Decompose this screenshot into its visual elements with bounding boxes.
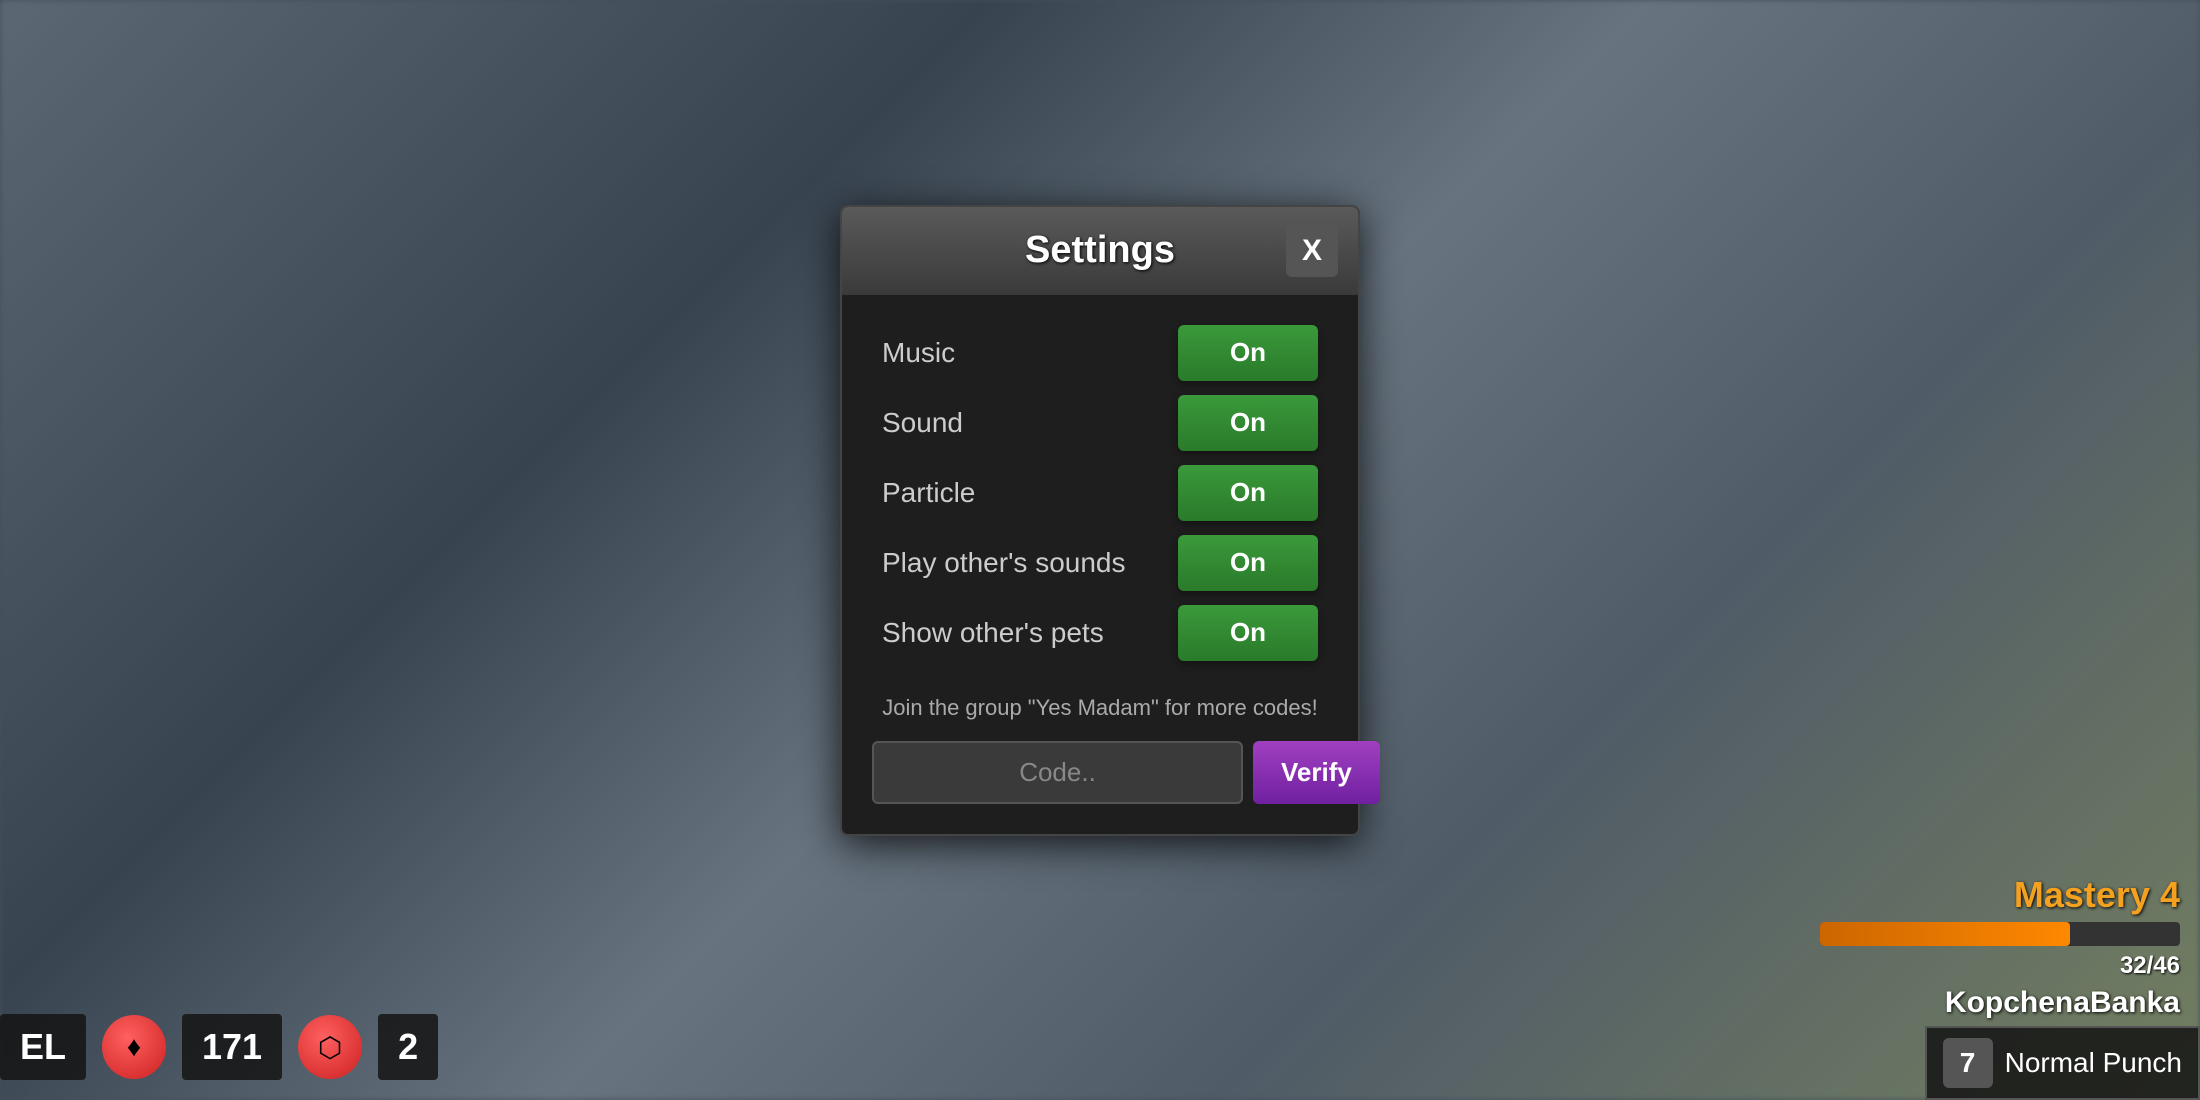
close-button[interactable]: X	[1286, 225, 1338, 277]
modal-overlay: Settings X Music On Sound On Particle On…	[0, 0, 2200, 1100]
settings-title: Settings	[914, 229, 1286, 272]
setting-label-play-sounds: Play other's sounds	[882, 547, 1125, 579]
verify-button[interactable]: Verify	[1253, 741, 1380, 804]
settings-header: Settings X	[842, 207, 1358, 295]
settings-dialog: Settings X Music On Sound On Particle On…	[840, 205, 1360, 836]
setting-row-music: Music On	[882, 325, 1318, 381]
group-promo: Join the group "Yes Madam" for more code…	[842, 685, 1358, 741]
code-row: Verify	[842, 741, 1358, 804]
settings-rows: Music On Sound On Particle On Play other…	[842, 325, 1358, 661]
setting-row-sound: Sound On	[882, 395, 1318, 451]
setting-label-show-pets: Show other's pets	[882, 617, 1104, 649]
toggle-particle[interactable]: On	[1178, 465, 1318, 521]
setting-label-sound: Sound	[882, 407, 963, 439]
setting-label-particle: Particle	[882, 477, 975, 509]
code-input[interactable]	[872, 741, 1243, 804]
toggle-music[interactable]: On	[1178, 325, 1318, 381]
setting-row-particle: Particle On	[882, 465, 1318, 521]
setting-label-music: Music	[882, 337, 955, 369]
setting-row-show-pets: Show other's pets On	[882, 605, 1318, 661]
toggle-show-pets[interactable]: On	[1178, 605, 1318, 661]
toggle-sound[interactable]: On	[1178, 395, 1318, 451]
toggle-play-sounds[interactable]: On	[1178, 535, 1318, 591]
setting-row-play-sounds: Play other's sounds On	[882, 535, 1318, 591]
